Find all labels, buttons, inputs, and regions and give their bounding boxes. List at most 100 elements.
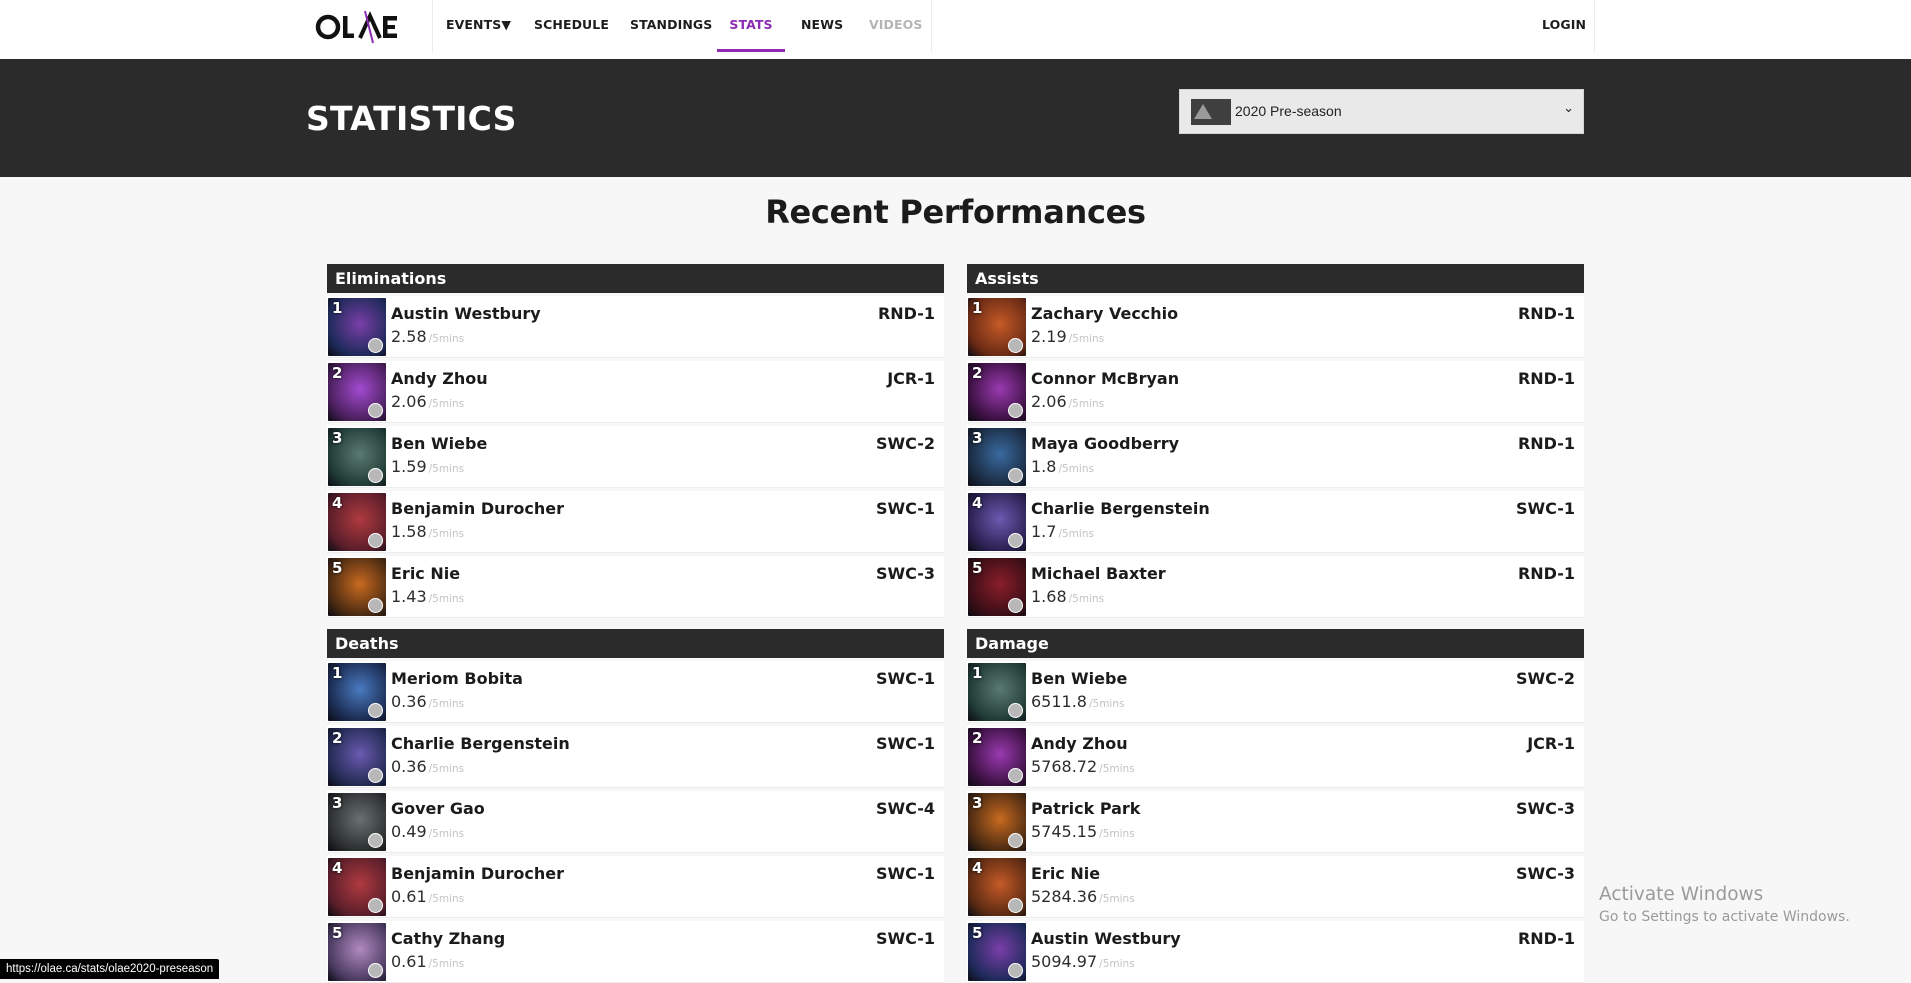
stat-row[interactable]: 4 Benjamin Durocher 0.61/5mins SWC-1: [327, 856, 944, 918]
team-tag[interactable]: RND-1: [1518, 929, 1575, 948]
role-badge-icon: [1008, 338, 1023, 353]
champion-portrait: 2: [968, 728, 1026, 786]
team-tag[interactable]: RND-1: [1518, 304, 1575, 323]
rank-number: 3: [332, 429, 343, 447]
stat-unit: /5mins: [428, 828, 465, 840]
stat-row[interactable]: 5 Cathy Zhang 0.61/5mins SWC-1: [327, 921, 944, 983]
stat-value-line: 1.58/5mins: [391, 522, 464, 541]
nav-videos[interactable]: VIDEOS: [869, 0, 922, 52]
login-link[interactable]: LOGIN: [1542, 0, 1586, 52]
stat-value: 0.36: [391, 692, 427, 711]
team-tag[interactable]: RND-1: [1518, 434, 1575, 453]
team-tag[interactable]: SWC-3: [1516, 864, 1575, 883]
stat-row[interactable]: 3 Gover Gao 0.49/5mins SWC-4: [327, 791, 944, 853]
stat-row[interactable]: 2 Charlie Bergenstein 0.36/5mins SWC-1: [327, 726, 944, 788]
team-tag[interactable]: RND-1: [1518, 564, 1575, 583]
team-tag[interactable]: SWC-1: [876, 669, 935, 688]
rank-number: 4: [972, 494, 983, 512]
stat-row[interactable]: 5 Michael Baxter 1.68/5mins RND-1: [967, 556, 1584, 618]
nav-standings[interactable]: STANDINGS: [630, 0, 712, 52]
team-tag[interactable]: SWC-3: [876, 564, 935, 583]
stat-row[interactable]: 4 Charlie Bergenstein 1.7/5mins SWC-1: [967, 491, 1584, 553]
champion-portrait: 1: [968, 663, 1026, 721]
stat-value: 2.19: [1031, 327, 1067, 346]
player-name[interactable]: Andy Zhou: [1031, 734, 1128, 753]
player-name[interactable]: Connor McBryan: [1031, 369, 1179, 388]
olae-logo[interactable]: [315, 7, 407, 47]
player-name[interactable]: Michael Baxter: [1031, 564, 1166, 583]
rank-number: 1: [972, 299, 983, 317]
stat-row[interactable]: 4 Benjamin Durocher 1.58/5mins SWC-1: [327, 491, 944, 553]
player-name[interactable]: Charlie Bergenstein: [1031, 499, 1210, 518]
team-tag[interactable]: SWC-1: [876, 929, 935, 948]
assists-panel: Assists 1 Zachary Vecchio 2.19/5mins RND-1 2 C…: [967, 264, 1584, 618]
team-tag[interactable]: SWC-1: [876, 499, 935, 518]
stat-unit: /5mins: [428, 528, 465, 540]
role-badge-icon: [368, 403, 383, 418]
player-name[interactable]: Zachary Vecchio: [1031, 304, 1178, 323]
stat-row[interactable]: 2 Connor McBryan 2.06/5mins RND-1: [967, 361, 1584, 423]
player-name[interactable]: Eric Nie: [1031, 864, 1100, 883]
stat-value-line: 5094.97/5mins: [1031, 952, 1135, 971]
team-tag[interactable]: SWC-1: [876, 734, 935, 753]
player-name[interactable]: Benjamin Durocher: [391, 499, 564, 518]
stat-value-line: 0.61/5mins: [391, 887, 464, 906]
role-badge-icon: [368, 703, 383, 718]
role-badge-icon: [1008, 533, 1023, 548]
stat-value-line: 0.49/5mins: [391, 822, 464, 841]
stat-value: 6511.8: [1031, 692, 1087, 711]
role-badge-icon: [368, 833, 383, 848]
nav-schedule[interactable]: SCHEDULE: [534, 0, 609, 52]
stat-value: 5768.72: [1031, 757, 1098, 776]
team-tag[interactable]: SWC-1: [1516, 499, 1575, 518]
stat-value-line: 0.61/5mins: [391, 952, 464, 971]
player-name[interactable]: Benjamin Durocher: [391, 864, 564, 883]
player-name[interactable]: Andy Zhou: [391, 369, 488, 388]
stat-row[interactable]: 1 Meriom Bobita 0.36/5mins SWC-1: [327, 661, 944, 723]
season-select[interactable]: 2020 Pre-season ⌄: [1179, 89, 1584, 134]
stat-value: 2.06: [1031, 392, 1067, 411]
team-tag[interactable]: SWC-3: [1516, 799, 1575, 818]
player-name[interactable]: Gover Gao: [391, 799, 485, 818]
team-tag[interactable]: RND-1: [878, 304, 935, 323]
team-tag[interactable]: JCR-1: [1527, 734, 1575, 753]
champion-portrait: 4: [328, 493, 386, 551]
team-tag[interactable]: SWC-2: [876, 434, 935, 453]
stat-row[interactable]: 3 Maya Goodberry 1.8/5mins RND-1: [967, 426, 1584, 488]
player-name[interactable]: Eric Nie: [391, 564, 460, 583]
player-name[interactable]: Austin Westbury: [1031, 929, 1181, 948]
player-name[interactable]: Charlie Bergenstein: [391, 734, 570, 753]
nav-stats[interactable]: STATS: [717, 0, 785, 52]
player-name[interactable]: Austin Westbury: [391, 304, 541, 323]
stat-row[interactable]: 1 Austin Westbury 2.58/5mins RND-1: [327, 296, 944, 358]
stat-row[interactable]: 2 Andy Zhou 5768.72/5mins JCR-1: [967, 726, 1584, 788]
stat-row[interactable]: 3 Patrick Park 5745.15/5mins SWC-3: [967, 791, 1584, 853]
stat-row[interactable]: 5 Austin Westbury 5094.97/5mins RND-1: [967, 921, 1584, 983]
team-tag[interactable]: SWC-1: [876, 864, 935, 883]
player-name[interactable]: Cathy Zhang: [391, 929, 505, 948]
stat-value-line: 1.59/5mins: [391, 457, 464, 476]
player-name[interactable]: Maya Goodberry: [1031, 434, 1179, 453]
team-tag[interactable]: SWC-4: [876, 799, 935, 818]
team-tag[interactable]: SWC-2: [1516, 669, 1575, 688]
player-name[interactable]: Ben Wiebe: [391, 434, 487, 453]
stat-row[interactable]: 4 Eric Nie 5284.36/5mins SWC-3: [967, 856, 1584, 918]
stat-row[interactable]: 1 Ben Wiebe 6511.8/5mins SWC-2: [967, 661, 1584, 723]
season-logo-icon: [1191, 99, 1231, 125]
stat-row[interactable]: 3 Ben Wiebe 1.59/5mins SWC-2: [327, 426, 944, 488]
team-tag[interactable]: JCR-1: [887, 369, 935, 388]
stat-row[interactable]: 1 Zachary Vecchio 2.19/5mins RND-1: [967, 296, 1584, 358]
player-name[interactable]: Patrick Park: [1031, 799, 1140, 818]
role-badge-icon: [1008, 403, 1023, 418]
stat-row[interactable]: 2 Andy Zhou 2.06/5mins JCR-1: [327, 361, 944, 423]
stat-value: 0.61: [391, 952, 427, 971]
stat-value: 5094.97: [1031, 952, 1098, 971]
nav-events[interactable]: EVENTS▼: [446, 0, 511, 52]
panel-title: Damage: [967, 629, 1584, 658]
stat-row[interactable]: 5 Eric Nie 1.43/5mins SWC-3: [327, 556, 944, 618]
stat-unit: /5mins: [1088, 698, 1125, 710]
player-name[interactable]: Meriom Bobita: [391, 669, 523, 688]
team-tag[interactable]: RND-1: [1518, 369, 1575, 388]
player-name[interactable]: Ben Wiebe: [1031, 669, 1127, 688]
nav-news[interactable]: NEWS: [801, 0, 843, 52]
